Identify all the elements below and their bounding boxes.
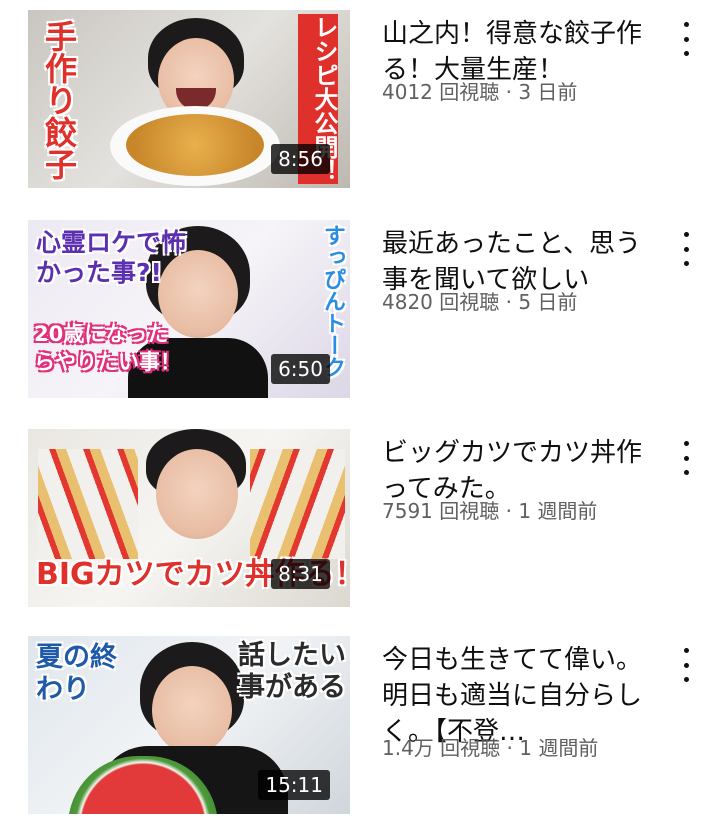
thumbnail-caption-right: 話したい事がある: [238, 640, 346, 703]
thumbnail-caption-bottom: 20歳になったらやりたい事！: [34, 322, 181, 374]
video-item[interactable]: 心霊ロケで怖かった事?! すっぴんトーク 20歳になったらやりたい事！ 6:50…: [0, 220, 706, 410]
thumbnail-caption-top: 心霊ロケで怖かった事?!: [36, 228, 187, 287]
video-item[interactable]: 夏の終わり 話したい事がある 15:11 今日も生きてて偉い。明日も適当に自分ら…: [0, 636, 706, 826]
thumbnail-caption-left: 手作り餃子: [40, 20, 78, 180]
video-duration: 15:11: [258, 770, 330, 800]
more-vert-icon[interactable]: [676, 441, 696, 475]
video-duration: 6:50: [271, 354, 330, 384]
video-metadata: 4820 回視聴 · 5 日前: [382, 290, 578, 314]
video-metadata: 4012 回視聴 · 3 日前: [382, 80, 578, 104]
video-thumbnail[interactable]: 夏の終わり 話したい事がある 15:11: [28, 636, 350, 814]
video-duration: 8:56: [271, 144, 330, 174]
video-item[interactable]: BIGカツでカツ丼作る！ 8:31 ビッグカツでカツ丼作ってみた。 7591 回…: [0, 429, 706, 619]
thumbnail-caption-left: 夏の終わり: [36, 642, 117, 705]
more-vert-icon[interactable]: [676, 648, 696, 682]
video-thumbnail[interactable]: BIGカツでカツ丼作る！ 8:31: [28, 429, 350, 607]
video-item[interactable]: 手作り餃子 レシピ大公開！ 8:56 山之内！得意な餃子作る！大量生産！ 401…: [0, 10, 706, 200]
video-duration: 8:31: [271, 559, 330, 589]
video-metadata: 1.4万 回視聴 · 1 週間前: [382, 736, 599, 760]
video-thumbnail[interactable]: 心霊ロケで怖かった事?! すっぴんトーク 20歳になったらやりたい事！ 6:50: [28, 220, 350, 398]
more-vert-icon[interactable]: [676, 22, 696, 56]
video-thumbnail[interactable]: 手作り餃子 レシピ大公開！ 8:56: [28, 10, 350, 188]
video-metadata: 7591 回視聴 · 1 週間前: [382, 499, 598, 523]
more-vert-icon[interactable]: [676, 232, 696, 266]
